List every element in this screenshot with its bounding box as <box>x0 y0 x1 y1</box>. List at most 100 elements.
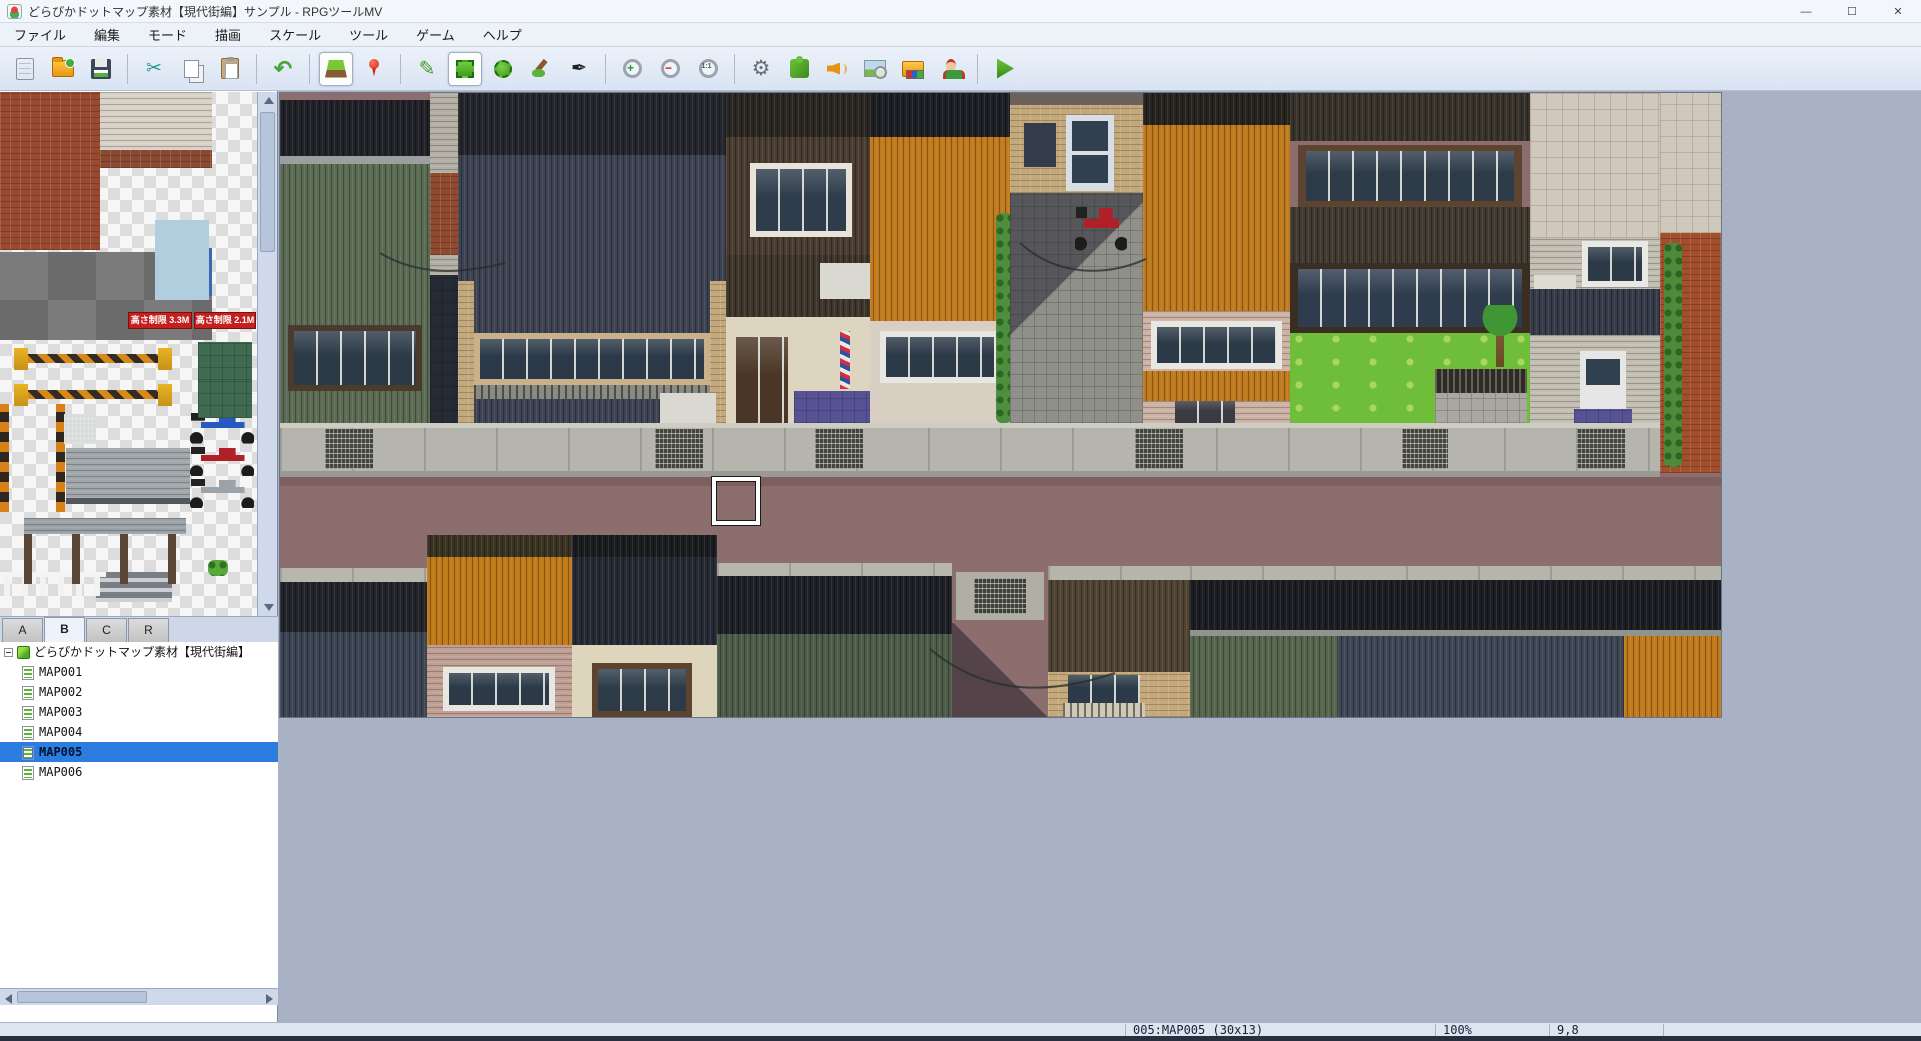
app-icon <box>7 4 22 19</box>
save-project-button[interactable] <box>84 52 118 86</box>
palette-tab-r[interactable]: R <box>128 618 169 642</box>
palette-tile[interactable] <box>64 414 96 444</box>
tree-item-label: MAP005 <box>39 745 82 759</box>
palette-tile[interactable] <box>0 92 100 250</box>
menu-item-0[interactable]: ファイル <box>0 22 80 47</box>
tree-scroll-thumb[interactable] <box>17 991 147 1003</box>
palette-scroll-thumb[interactable] <box>260 112 275 252</box>
palette-tab-a[interactable]: A <box>2 618 43 642</box>
plugin-manager-button[interactable] <box>782 52 816 86</box>
database-button[interactable] <box>744 52 778 86</box>
open-project-button[interactable] <box>46 52 80 86</box>
resource-manager-button[interactable] <box>896 52 930 86</box>
palette-vertical-scrollbar[interactable] <box>257 92 277 616</box>
ellipse-tool-button[interactable] <box>486 52 520 86</box>
tile-selection-cursor[interactable] <box>712 477 760 525</box>
playtest-button[interactable] <box>987 52 1021 86</box>
palette-tile[interactable] <box>198 342 252 380</box>
status-cursor-coords: 9,8 <box>1557 1023 1579 1037</box>
height-limit-sign-2-1m[interactable]: 高さ制限 2.1M <box>194 312 256 329</box>
event-mode-button[interactable] <box>357 52 391 86</box>
copy-button[interactable] <box>175 52 209 86</box>
tree-item-map006[interactable]: MAP006 <box>0 762 278 782</box>
sound-test-button[interactable] <box>820 52 854 86</box>
tree-item-map003[interactable]: MAP003 <box>0 702 278 722</box>
shadow-pen-tool-button[interactable] <box>562 52 596 86</box>
tree-root-item[interactable]: どらぴかドットマップ素材【現代街編】 <box>0 642 278 662</box>
rectangle-tool-button[interactable] <box>448 52 482 86</box>
menu-item-1[interactable]: 編集 <box>80 22 134 47</box>
map-zone <box>572 557 717 645</box>
zoom-in-button[interactable] <box>615 52 649 86</box>
map-file-icon <box>22 666 34 680</box>
map-zone <box>430 173 458 255</box>
palette-tile[interactable] <box>0 404 9 512</box>
scroll-left-icon[interactable] <box>5 994 12 1004</box>
undo-button[interactable] <box>266 52 300 86</box>
paste-button[interactable] <box>213 52 247 86</box>
palette-tile[interactable] <box>198 380 252 418</box>
map-zone <box>1048 580 1190 672</box>
maximize-button[interactable]: ☐ <box>1829 0 1875 23</box>
palette-tile[interactable] <box>14 348 172 370</box>
scroll-right-icon[interactable] <box>266 994 273 1004</box>
toolbar-separator <box>977 54 978 84</box>
palette-tile[interactable] <box>190 446 254 476</box>
tree-item-map001[interactable]: MAP001 <box>0 662 278 682</box>
event-searcher-button[interactable] <box>858 52 892 86</box>
palette-tile[interactable] <box>24 518 186 534</box>
palette-tile[interactable] <box>100 92 212 150</box>
scroll-down-icon[interactable] <box>264 604 274 611</box>
menu-item-5[interactable]: ツール <box>335 22 402 47</box>
terrain-icon <box>325 60 347 78</box>
height-limit-sign-3-3m[interactable]: 高さ制限 3.3M <box>128 312 192 329</box>
tree-item-map005[interactable]: MAP005 <box>0 742 278 762</box>
palette-tile[interactable] <box>208 560 228 576</box>
map-canvas-area[interactable] <box>279 91 1921 1022</box>
palette-tile[interactable] <box>190 478 254 508</box>
pencil-tool-button[interactable] <box>410 52 444 86</box>
new-project-button[interactable] <box>8 52 42 86</box>
map-editor-canvas[interactable] <box>280 93 1721 717</box>
save-icon <box>91 59 111 79</box>
shadow-icon <box>567 57 591 81</box>
folder-icon <box>52 60 74 77</box>
status-divider <box>1125 1024 1126 1036</box>
map-zone <box>820 263 876 299</box>
actual-size-button[interactable] <box>691 52 725 86</box>
cut-button[interactable] <box>137 52 171 86</box>
menu-item-6[interactable]: ゲーム <box>402 22 469 47</box>
character-generator-button[interactable] <box>934 52 968 86</box>
minimize-button[interactable]: — <box>1783 0 1829 23</box>
palette-tile[interactable] <box>24 534 186 584</box>
palette-tile[interactable] <box>14 384 172 406</box>
menu-item-4[interactable]: スケール <box>255 22 335 47</box>
sound-icon <box>825 57 849 81</box>
menu-item-3[interactable]: 描画 <box>201 22 255 47</box>
tileset-palette[interactable]: 高さ制限 3.3M 高さ制限 2.1M <box>0 92 258 616</box>
palette-tab-c[interactable]: C <box>86 618 127 642</box>
palette-tile[interactable] <box>100 150 212 168</box>
map-zone <box>280 423 1660 428</box>
palette-tab-b[interactable]: B <box>44 617 85 642</box>
map-mode-button[interactable] <box>319 52 353 86</box>
map-zone <box>717 576 952 634</box>
title-bar: どらぴかドットマップ素材【現代街編】サンプル - RPGツールMV —☐✕ <box>0 0 1921 23</box>
map-zone <box>430 275 458 423</box>
left-panel: 高さ制限 3.3M 高さ制限 2.1M ABCR どらぴかドットマップ素材【現代… <box>0 91 278 1022</box>
expander-icon[interactable] <box>4 648 13 657</box>
tree-horizontal-scrollbar[interactable] <box>0 988 278 1005</box>
map-zone <box>1010 93 1143 105</box>
window-bottom-edge <box>0 1036 1921 1041</box>
flood-fill-tool-button[interactable] <box>524 52 558 86</box>
palette-tile[interactable] <box>66 448 190 498</box>
close-button[interactable]: ✕ <box>1875 0 1921 23</box>
tree-item-map004[interactable]: MAP004 <box>0 722 278 742</box>
menu-item-7[interactable]: ヘルプ <box>469 22 536 47</box>
status-divider <box>1435 1024 1436 1036</box>
menu-item-2[interactable]: モード <box>134 22 201 47</box>
zoom-out-button[interactable] <box>653 52 687 86</box>
palette-tile[interactable] <box>155 220 209 300</box>
tree-item-map002[interactable]: MAP002 <box>0 682 278 702</box>
scroll-up-icon[interactable] <box>264 97 274 104</box>
